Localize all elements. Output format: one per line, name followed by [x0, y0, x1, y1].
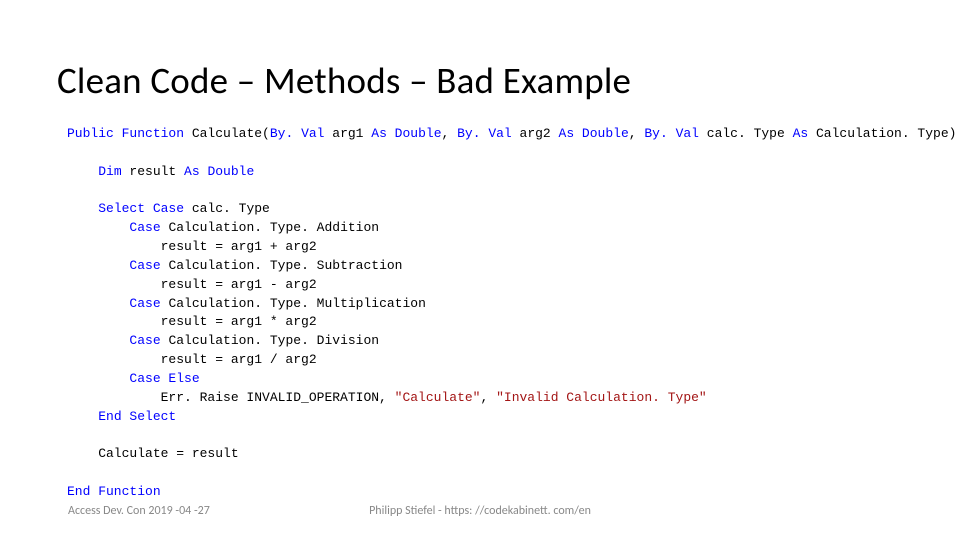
footer-center: Philipp Stiefel - https: //codekabinett.… — [0, 504, 960, 518]
code-text: Calculation. Type. Multiplication — [161, 296, 426, 311]
code-text — [67, 164, 98, 179]
code-text: result = arg1 / arg2 — [67, 352, 317, 367]
code-block: Public Function Calculate(By. Val arg1 A… — [67, 125, 950, 502]
code-text: "Invalid Calculation. Type" — [496, 390, 707, 405]
code-text: , — [442, 126, 458, 141]
code-text — [67, 333, 129, 348]
code-text: Err. Raise INVALID_OPERATION, — [67, 390, 395, 405]
code-text: Case — [129, 296, 160, 311]
code-text — [67, 371, 129, 386]
code-text: Case — [129, 333, 160, 348]
code-text: arg2 — [512, 126, 559, 141]
code-text: Calculation. Type. Addition — [161, 220, 379, 235]
code-text: Calculation. Type) — [808, 126, 960, 141]
code-text: By. Val — [644, 126, 699, 141]
code-text — [67, 258, 129, 273]
code-text: Calculation. Type. Subtraction — [161, 258, 403, 273]
code-text: Dim — [98, 164, 121, 179]
code-text: result = arg1 + arg2 — [67, 239, 317, 254]
code-text: Case — [129, 220, 160, 235]
code-text: Select Case — [98, 201, 184, 216]
code-text: Calculate( — [184, 126, 270, 141]
code-text — [67, 201, 98, 216]
code-text: As Double — [184, 164, 254, 179]
code-text — [67, 409, 98, 424]
code-text: By. Val — [457, 126, 512, 141]
code-text: arg1 — [324, 126, 371, 141]
code-text — [67, 220, 129, 235]
code-text — [67, 296, 129, 311]
code-text: As Double — [371, 126, 441, 141]
code-text: , — [480, 390, 496, 405]
code-text: Public Function — [67, 126, 184, 141]
code-text: result — [122, 164, 184, 179]
code-text: By. Val — [270, 126, 325, 141]
code-text: End Function — [67, 484, 161, 499]
code-text: calc. Type — [699, 126, 793, 141]
code-text: calc. Type — [184, 201, 270, 216]
code-text: "Calculate" — [395, 390, 481, 405]
slide-title: Clean Code – Methods – Bad Example — [57, 58, 631, 103]
code-text: result = arg1 - arg2 — [67, 277, 317, 292]
code-text: Case Else — [129, 371, 199, 386]
code-text: Calculation. Type. Division — [161, 333, 379, 348]
code-text: End Select — [98, 409, 176, 424]
slide: Clean Code – Methods – Bad Example Publi… — [0, 0, 960, 540]
code-text: Case — [129, 258, 160, 273]
code-text: , — [629, 126, 645, 141]
code-text: As — [793, 126, 809, 141]
code-text: As Double — [559, 126, 629, 141]
code-text: Calculate = result — [67, 446, 239, 461]
code-text: result = arg1 * arg2 — [67, 314, 317, 329]
